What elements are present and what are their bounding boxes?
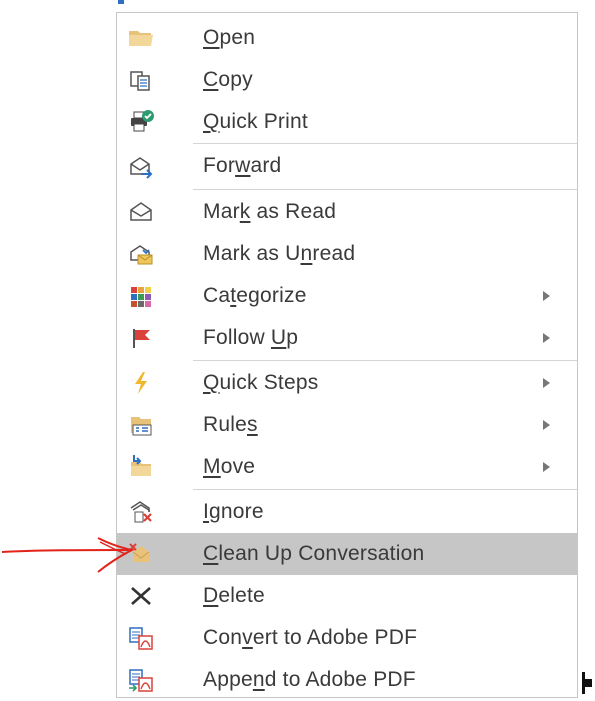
- access-key: Q: [203, 110, 220, 133]
- access-key: w: [235, 154, 251, 177]
- access-key: U: [270, 326, 287, 349]
- top-edge-mark: [118, 0, 124, 4]
- menu-item-label-pre: Con: [203, 626, 243, 649]
- menu-item-label-pre: Mar: [203, 200, 240, 223]
- move-icon: [125, 451, 157, 483]
- menu-item-quick-print[interactable]: Quick Print: [117, 101, 577, 143]
- menu-item-delete[interactable]: Delete: [117, 575, 577, 617]
- menu-item-label-post: p: [286, 326, 299, 349]
- menu-item-open[interactable]: Open: [117, 17, 577, 59]
- access-key: M: [203, 455, 221, 478]
- menu-separator: [193, 143, 577, 144]
- menu-item-label-post: opy: [218, 68, 253, 91]
- menu-separator: [193, 489, 577, 490]
- menu-item-clean-up-conversation[interactable]: Clean Up Conversation: [117, 533, 577, 575]
- menu-separator: [193, 189, 577, 190]
- menu-item-quick-steps[interactable]: Quick Steps: [117, 362, 577, 404]
- menu-item-mark-as-unread[interactable]: Mark as Unread: [117, 233, 577, 275]
- menu-item-label-post: lean Up Conversation: [218, 542, 425, 565]
- menu-item-label-post: as Read: [250, 200, 337, 223]
- menu-item-move[interactable]: Move: [117, 446, 577, 488]
- menu-item-convert-to-adobe-pdf[interactable]: Convert to Adobe PDF: [117, 617, 577, 659]
- categorize-icon: [125, 280, 157, 312]
- mark-read-icon: [125, 196, 157, 228]
- menu-item-mark-as-read[interactable]: Mark as Read: [117, 191, 577, 233]
- access-key: C: [203, 68, 219, 91]
- menu-separator: [193, 360, 577, 361]
- access-key: D: [203, 584, 219, 607]
- access-key: n: [300, 242, 313, 265]
- menu-item-categorize[interactable]: Categorize: [117, 275, 577, 317]
- forward-icon: [125, 150, 157, 182]
- copy-icon: [125, 64, 157, 96]
- menu-item-label-pre: Ca: [203, 284, 231, 307]
- access-key: n: [252, 668, 265, 691]
- menu-item-label-post: gnore: [209, 500, 264, 523]
- red-annotation-arrow: [1, 537, 136, 573]
- menu-item-rules[interactable]: Rules: [117, 404, 577, 446]
- menu-item-forward[interactable]: Forward: [117, 145, 577, 187]
- mark-unread-icon: [125, 238, 157, 270]
- menu-item-label-post: uick Print: [219, 110, 308, 133]
- ignore-icon: [125, 496, 157, 528]
- submenu-arrow-icon: [543, 378, 550, 388]
- follow-up-flag-icon: [125, 322, 157, 354]
- context-menu: Open Copy Quick Print Forward Mark as Re…: [116, 12, 578, 698]
- menu-item-label-post: pen: [219, 26, 256, 49]
- menu-item-label-post: read: [312, 242, 356, 265]
- menu-item-append-to-adobe-pdf[interactable]: Append to Adobe PDF: [117, 659, 577, 701]
- mouse-cursor-tip: [585, 679, 592, 687]
- access-key: Q: [203, 371, 220, 394]
- access-key: v: [242, 626, 253, 649]
- access-key: O: [203, 26, 220, 49]
- submenu-arrow-icon: [543, 420, 550, 430]
- access-key: C: [203, 542, 219, 565]
- folder-open-icon: [125, 22, 157, 54]
- menu-item-label-post: ert to Adobe PDF: [252, 626, 418, 649]
- quick-steps-icon: [125, 367, 157, 399]
- menu-item-label-post: egorize: [236, 284, 307, 307]
- menu-item-ignore[interactable]: Ignore: [117, 491, 577, 533]
- menu-item-copy[interactable]: Copy: [117, 59, 577, 101]
- menu-item-label-pre: Rule: [203, 413, 247, 436]
- menu-item-label-pre: Follow: [203, 326, 271, 349]
- menu-item-label-post: ove: [220, 455, 256, 478]
- submenu-arrow-icon: [543, 291, 550, 301]
- menu-item-label-post: d to Adobe PDF: [264, 668, 416, 691]
- menu-item-label-post: ard: [250, 154, 282, 177]
- menu-item-label-pre: For: [203, 154, 236, 177]
- access-key: k: [239, 200, 251, 223]
- submenu-arrow-icon: [543, 333, 550, 343]
- convert-pdf-icon: [125, 622, 157, 654]
- access-key: s: [247, 413, 258, 436]
- menu-item-follow-up[interactable]: Follow Up: [117, 317, 577, 359]
- menu-item-label-pre: Appe: [203, 668, 253, 691]
- submenu-arrow-icon: [543, 462, 550, 472]
- menu-item-label-post: elete: [218, 584, 265, 607]
- menu-item-label-pre: Mark as U: [203, 242, 301, 265]
- rules-icon: [125, 409, 157, 441]
- menu-item-label-post: uick Steps: [219, 371, 319, 394]
- quick-print-icon: [125, 106, 157, 138]
- append-pdf-icon: [125, 664, 157, 696]
